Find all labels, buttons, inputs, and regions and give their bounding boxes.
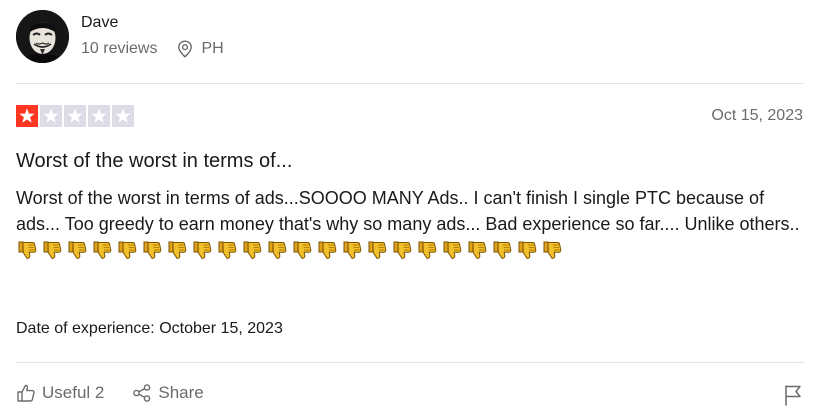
thumbs-down-emoji-icon xyxy=(441,239,463,261)
thumbs-down-emoji-row xyxy=(16,240,566,260)
consumer-info[interactable]: Dave 10 reviews PH xyxy=(16,10,224,63)
thumbs-up-icon xyxy=(16,383,36,403)
useful-label: Useful 2 xyxy=(42,383,105,402)
star-rating xyxy=(16,105,134,127)
avatar[interactable] xyxy=(16,10,69,63)
consumer-location: PH xyxy=(201,39,224,57)
useful-button[interactable]: Useful 2 xyxy=(16,383,104,403)
thumbs-down-emoji-icon xyxy=(466,239,488,261)
thumbs-down-emoji-icon xyxy=(116,239,138,261)
flag-button[interactable] xyxy=(783,384,803,411)
thumbs-down-emoji-icon xyxy=(266,239,288,261)
share-button[interactable]: Share xyxy=(132,383,204,403)
thumbs-down-emoji-icon xyxy=(391,239,413,261)
thumbs-down-emoji-icon xyxy=(491,239,513,261)
thumbs-down-emoji-icon xyxy=(291,239,313,261)
review-title[interactable]: Worst of the worst in terms of... xyxy=(16,148,292,174)
divider xyxy=(16,362,804,363)
review-card: Dave 10 reviews PH Oct 15, 2023 Worst of… xyxy=(0,0,833,420)
thumbs-down-emoji-icon xyxy=(216,239,238,261)
thumbs-down-emoji-icon xyxy=(541,239,563,261)
star-empty-icon xyxy=(64,105,86,127)
experience-date: Date of experience: October 15, 2023 xyxy=(16,320,283,337)
thumbs-down-emoji-icon xyxy=(341,239,363,261)
thumbs-down-emoji-icon xyxy=(91,239,113,261)
thumbs-down-emoji-icon xyxy=(141,239,163,261)
thumbs-down-emoji-icon xyxy=(191,239,213,261)
star-empty-icon xyxy=(40,105,62,127)
thumbs-down-emoji-icon xyxy=(16,239,38,261)
star-empty-icon xyxy=(112,105,134,127)
consumer-name[interactable]: Dave xyxy=(81,12,224,34)
thumbs-down-emoji-icon xyxy=(516,239,538,261)
thumbs-down-emoji-icon xyxy=(41,239,63,261)
thumbs-down-emoji-icon xyxy=(66,239,88,261)
thumbs-down-emoji-icon xyxy=(366,239,388,261)
thumbs-down-emoji-icon xyxy=(166,239,188,261)
review-body-text: Worst of the worst in terms of ads...SOO… xyxy=(16,188,800,234)
share-label: Share xyxy=(158,383,204,402)
location-pin-icon xyxy=(177,39,193,58)
thumbs-down-emoji-icon xyxy=(316,239,338,261)
thumbs-down-emoji-icon xyxy=(416,239,438,261)
divider xyxy=(16,83,804,84)
review-actions: Useful 2 Share xyxy=(16,383,204,403)
star-empty-icon xyxy=(88,105,110,127)
review-body: Worst of the worst in terms of ads...SOO… xyxy=(16,185,808,263)
review-count: 10 reviews xyxy=(81,39,158,57)
thumbs-down-emoji-icon xyxy=(241,239,263,261)
star-filled-icon xyxy=(16,105,38,127)
share-icon xyxy=(132,383,152,403)
review-date: Oct 15, 2023 xyxy=(711,107,803,124)
flag-icon xyxy=(783,385,803,410)
